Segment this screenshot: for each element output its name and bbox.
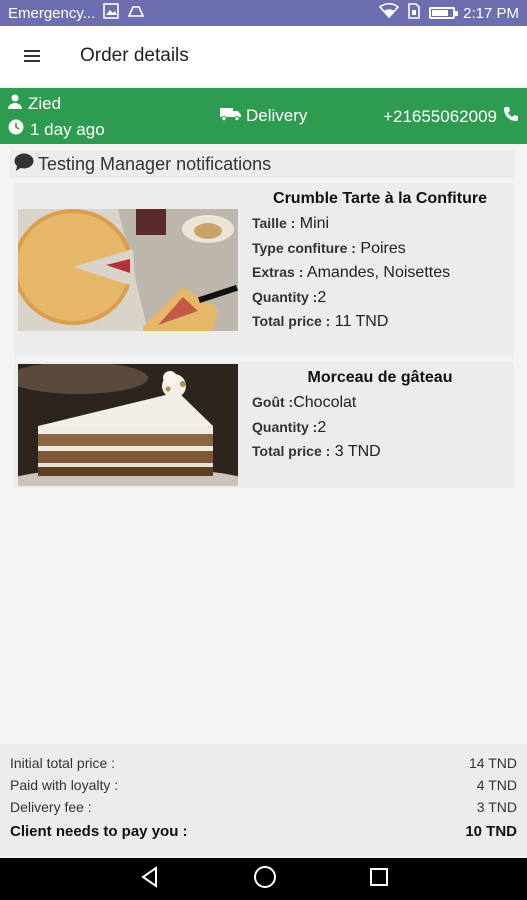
carrier-label: Emergency... (8, 4, 96, 22)
attr-key: Total price : (252, 313, 331, 329)
order-time: 1 day ago (8, 119, 105, 140)
summary-row-delivery-fee: Delivery fee : 3 TND (10, 796, 517, 818)
hamburger-menu-icon[interactable] (0, 26, 64, 86)
page-title: Order details (80, 45, 189, 66)
truck-icon (220, 106, 242, 126)
home-icon[interactable] (253, 865, 277, 894)
phone-link[interactable]: +21655062009 (383, 106, 519, 127)
item-attr: Extras : Amandes, Noisettes (252, 260, 508, 285)
attr-key: Quantity : (252, 288, 318, 305)
item-attr: Quantity :2 (252, 415, 508, 440)
phone-number[interactable]: +21655062009 (383, 107, 497, 127)
item-attr: Goût :Chocolat (252, 390, 508, 415)
status-bar: Emergency... 2:17 PM (0, 0, 527, 26)
chat-bubble-icon (14, 153, 34, 176)
product-name: Morceau de gâteau (307, 369, 453, 386)
item-attr: Total price : 11 TND (252, 309, 508, 334)
summary-row-client-pays: Client needs to pay you : 10 TND (10, 820, 517, 844)
attr-value: Mini (295, 215, 330, 232)
product-image-cake-slice (18, 364, 238, 486)
attr-value: 3 TND (330, 443, 381, 460)
clock-icon (8, 119, 24, 140)
product-name: Crumble Tarte à la Confiture (273, 190, 487, 207)
summary-row-initial-total: Initial total price : 14 TND (10, 752, 517, 774)
summary-total-label: Client needs to pay you : (10, 823, 188, 840)
item-info: Morceau de gâteau Goût :Chocolat Quantit… (252, 366, 508, 464)
attr-key: Quantity : (252, 418, 318, 435)
item-attr: Total price : 3 TND (252, 439, 508, 464)
gallery-icon (103, 3, 120, 23)
summary-value: 4 TND (476, 777, 517, 793)
notification-text: Testing Manager notifications (38, 153, 272, 174)
customer-name: Zied (8, 94, 61, 114)
time-ago-text: 1 day ago (30, 119, 105, 139)
phone-icon[interactable] (503, 106, 519, 127)
customer-name-text: Zied (28, 94, 62, 113)
attr-key: Goût : (252, 394, 294, 410)
attr-key: Total price : (252, 443, 331, 459)
sim-icon (407, 3, 421, 23)
attr-value: Poires (355, 239, 406, 257)
attr-value: Amandes, Noisettes (303, 264, 451, 281)
attr-key: Type confiture : (252, 239, 356, 256)
clock: 2:17 PM (463, 4, 519, 22)
order-item: Crumble Tarte à la Confiture Taille : Mi… (14, 183, 514, 357)
attr-value: 2 (317, 288, 327, 306)
attr-value: 11 TND (330, 313, 389, 330)
cast-icon (127, 4, 145, 22)
back-icon[interactable] (139, 865, 161, 893)
recents-icon[interactable] (369, 867, 389, 892)
item-attr: Taille : Mini (252, 211, 508, 236)
person-icon (8, 94, 22, 114)
attr-key: Extras : (252, 264, 304, 280)
attr-value: Chocolat (293, 394, 357, 411)
system-nav-bar (0, 858, 527, 900)
summary-label: Initial total price : (10, 755, 116, 771)
order-summary: Initial total price : 14 TND Paid with l… (0, 744, 527, 856)
delivery-mode: Delivery (220, 106, 307, 126)
product-image-crumble-tart (18, 209, 238, 331)
item-attr: Type confiture : Poires (252, 236, 508, 261)
battery-icon (429, 7, 459, 19)
notification-line: Testing Manager notifications (10, 150, 515, 178)
summary-row-loyalty: Paid with loyalty : 4 TND (10, 774, 517, 796)
summary-total-value: 10 TND (465, 823, 517, 840)
summary-label: Delivery fee : (10, 799, 92, 815)
summary-value: 3 TND (476, 799, 517, 815)
wifi-icon (378, 2, 400, 23)
summary-label: Paid with loyalty : (10, 777, 119, 793)
item-info: Crumble Tarte à la Confiture Taille : Mi… (252, 187, 508, 334)
order-header: Zied 1 day ago Delivery +21655062009 (0, 88, 527, 144)
summary-value: 14 TND (469, 755, 517, 771)
item-attr: Quantity :2 (252, 285, 508, 310)
delivery-text: Delivery (246, 106, 308, 125)
attr-value: 2 (317, 418, 327, 436)
attr-key: Taille : (252, 215, 296, 231)
order-item: Morceau de gâteau Goût :Chocolat Quantit… (14, 362, 514, 488)
app-bar: Order details (0, 26, 527, 86)
